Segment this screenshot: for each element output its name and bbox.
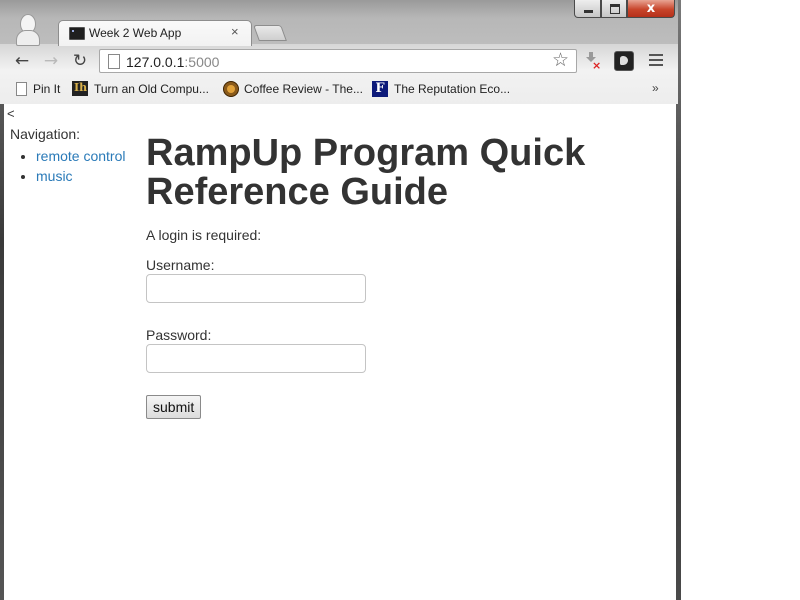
close-icon: x — [646, 1, 656, 16]
evernote-extension-icon[interactable] — [614, 51, 634, 71]
tab-close-icon[interactable]: × — [231, 24, 239, 39]
chrome-menu-icon[interactable] — [649, 54, 663, 68]
username-field[interactable] — [146, 274, 366, 303]
password-label: Password: — [146, 327, 212, 343]
username-label: Username: — [146, 257, 215, 273]
submit-button[interactable]: submit — [146, 395, 202, 419]
bookmark-label: Pin It — [33, 82, 61, 96]
page-content: < Navigation: remote control music RampU… — [4, 104, 676, 600]
page-icon — [108, 54, 120, 69]
url-port: :5000 — [184, 54, 220, 70]
page-icon — [16, 82, 27, 96]
close-window-button[interactable]: x — [627, 0, 675, 18]
address-bar[interactable]: 127.0.0.1:5000 ☆ — [99, 49, 577, 73]
browser-window: Week 2 Web App × x ← → ↻ 127.0.0.1:5000 … — [0, 0, 678, 600]
nav-list: remote control music — [18, 146, 125, 186]
bookmark-label: The Reputation Eco... — [394, 82, 511, 96]
minimize-button[interactable] — [574, 0, 601, 18]
nav-link-remote-control[interactable]: remote control — [36, 148, 125, 164]
nav-item: remote control — [36, 146, 125, 166]
nav-link-music[interactable]: music — [36, 168, 73, 184]
reload-button[interactable]: ↻ — [71, 52, 89, 70]
window-controls: x — [574, 0, 675, 19]
url-host: 127.0.0.1 — [126, 54, 185, 70]
password-field[interactable] — [146, 344, 366, 373]
bookmark-star-icon[interactable]: ☆ — [552, 50, 569, 72]
url-text[interactable]: 127.0.0.1:5000 — [126, 54, 219, 70]
bookmarks-bar: Pin It Turn an Old Compu... Coffee Revie… — [4, 78, 674, 100]
login-required-note: A login is required: — [146, 227, 262, 243]
red-x-icon: × — [592, 59, 602, 72]
nav-label: Navigation: — [10, 126, 81, 142]
page-title: RampUp Program Quick Reference Guide — [146, 132, 586, 213]
bookmark-label: Turn an Old Compu... — [94, 82, 209, 96]
nav-item: music — [36, 166, 125, 186]
f-icon: F — [372, 81, 388, 97]
bookmarks-overflow-chevron-icon[interactable]: » — [652, 81, 659, 95]
back-button[interactable]: ← — [13, 52, 31, 70]
avatar-body — [16, 30, 40, 46]
tab-title: Week 2 Web App — [89, 26, 182, 40]
bookmark-label: Coffee Review - The... — [244, 82, 363, 96]
download-extension-icon[interactable]: × — [583, 52, 602, 72]
coffee-icon — [223, 81, 239, 97]
collapse-nav-link[interactable]: < — [7, 106, 15, 121]
maximize-button[interactable] — [601, 0, 627, 18]
terminal-favicon-icon — [69, 27, 85, 40]
user-avatar-icon[interactable] — [14, 14, 40, 46]
tab-week-2-web-app[interactable]: Week 2 Web App × — [58, 20, 252, 46]
ih-icon — [72, 80, 88, 96]
new-tab-button[interactable] — [253, 25, 287, 41]
forward-button[interactable]: → — [42, 52, 60, 70]
